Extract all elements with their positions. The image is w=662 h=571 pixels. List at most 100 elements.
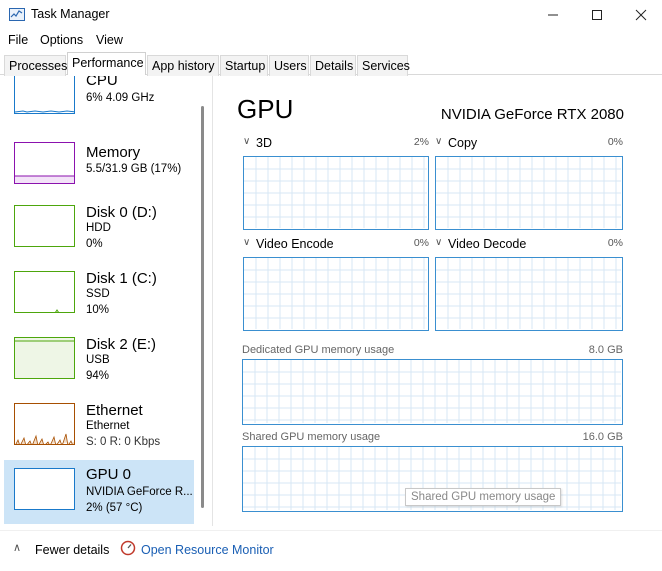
sidebar-item-disk-1[interactable]: Disk 1 (C:) SSD 10% [4, 266, 194, 330]
sidebar-item-title: CPU [86, 76, 118, 89]
open-resource-monitor-link[interactable]: Open Resource Monitor [141, 543, 274, 557]
engine-video-decode-graph [435, 257, 623, 331]
sidebar-item-gpu-0[interactable]: GPU 0 NVIDIA GeForce R... 2% (57 °C) [4, 460, 194, 524]
sidebar-item-cpu[interactable]: CPU 6% 4.09 GHz [4, 76, 194, 130]
engine-percent: 0% [607, 136, 623, 148]
engine-graph-grid [244, 258, 427, 329]
tab-performance[interactable]: Performance [67, 52, 146, 75]
sidebar-item-detail: 2% (57 °C) [86, 502, 143, 514]
tab-processes[interactable]: Processes [4, 55, 67, 76]
sidebar-item-type: SSD [86, 288, 110, 300]
resource-sidebar: CPU 6% 4.09 GHz Memory 5.5/31.9 GB (17%)… [0, 76, 212, 526]
engine-graph-grid [436, 157, 621, 228]
disk-0-thumbnail-graph [14, 205, 75, 247]
resource-monitor-icon[interactable] [120, 540, 136, 556]
sidebar-item-detail: 94% [86, 370, 110, 382]
menu-options[interactable]: Options [40, 33, 83, 47]
tab-details[interactable]: Details [310, 55, 356, 76]
memory-thumbnail-graph [14, 142, 75, 184]
engine-percent: 2% [413, 136, 429, 148]
chevron-down-icon: ∨ [243, 136, 251, 147]
fewer-details-link[interactable]: Fewer details [35, 543, 109, 557]
sidebar-item-type: NVIDIA GeForce R... [86, 486, 193, 498]
disk-1-thumbnail-graph [14, 271, 75, 313]
tab-bar: Processes Performance App history Startu… [0, 52, 662, 76]
sidebar-item-disk-0[interactable]: Disk 0 (D:) HDD 0% [4, 200, 194, 264]
task-manager-app-icon [9, 8, 25, 21]
engine-label: 3D [256, 136, 272, 150]
gpu-model-name: NVIDIA GeForce RTX 2080 [440, 106, 624, 123]
tab-startup[interactable]: Startup [220, 55, 268, 76]
menu-bar: File Options View [0, 30, 662, 52]
minimize-button[interactable] [530, 0, 576, 30]
sidebar-item-title: Memory [86, 144, 141, 161]
tooltip: Shared GPU memory usage [405, 488, 562, 506]
disk-1-sparkline [55, 309, 59, 312]
memory-sparkline [15, 175, 74, 183]
maximize-button[interactable] [574, 0, 620, 30]
chevron-down-icon: ∨ [243, 237, 251, 248]
engine-video-encode-graph [243, 257, 429, 331]
sidebar-item-detail: S: 0 R: 0 Kbps [86, 436, 161, 448]
dedicated-memory-label: Dedicated GPU memory usage [242, 344, 395, 356]
engine-copy-graph [435, 156, 623, 230]
sidebar-scrollbar[interactable] [201, 106, 204, 508]
close-icon [635, 9, 647, 21]
window-title: Task Manager [31, 7, 110, 21]
engine-3d-graph [243, 156, 429, 230]
engine-copy-header[interactable]: ∨ Copy 0% [435, 136, 623, 152]
engine-percent: 0% [607, 237, 623, 249]
maximize-icon [592, 10, 602, 20]
close-button[interactable] [618, 0, 662, 30]
tab-users[interactable]: Users [269, 55, 309, 76]
engine-video-encode-header[interactable]: ∨ Video Encode 0% [243, 237, 429, 253]
chevron-down-icon: ∨ [435, 237, 443, 248]
engine-graph-grid [436, 258, 621, 329]
title-bar: Task Manager [0, 0, 662, 30]
tab-services[interactable]: Services [357, 55, 410, 76]
sidebar-item-title: Disk 2 (E:) [86, 336, 157, 353]
sidebar-item-type: HDD [86, 222, 111, 234]
ethernet-sparkline [15, 433, 74, 444]
menu-file[interactable]: File [8, 33, 28, 47]
dedicated-memory-max: 8.0 GB [588, 344, 623, 356]
dedicated-memory-header: Dedicated GPU memory usage 8.0 GB [242, 344, 623, 356]
sidebar-item-title: GPU 0 [86, 466, 132, 483]
performance-content: CPU 6% 4.09 GHz Memory 5.5/31.9 GB (17%)… [0, 76, 662, 526]
disk-2-sparkline [15, 340, 74, 342]
gpu-0-thumbnail-graph [14, 468, 75, 510]
engine-percent: 0% [413, 237, 429, 249]
sidebar-item-ethernet[interactable]: Ethernet Ethernet S: 0 R: 0 Kbps [4, 398, 194, 462]
sidebar-item-disk-2[interactable]: Disk 2 (E:) USB 94% [4, 332, 194, 396]
ethernet-thumbnail-graph [14, 403, 75, 445]
sidebar-item-type: USB [86, 354, 110, 366]
sidebar-item-detail: 10% [86, 304, 110, 316]
chevron-up-icon[interactable]: ∧ [13, 541, 21, 554]
menu-view[interactable]: View [96, 33, 123, 47]
chevron-down-icon: ∨ [435, 136, 443, 147]
sidebar-item-detail: 6% 4.09 GHz [86, 92, 155, 104]
engine-label: Copy [448, 136, 478, 150]
engine-3d-header[interactable]: ∨ 3D 2% [243, 136, 429, 152]
sidebar-item-memory[interactable]: Memory 5.5/31.9 GB (17%) [4, 136, 194, 200]
cpu-sparkline [15, 110, 74, 113]
memory-graph-grid [243, 360, 621, 423]
engine-graph-grid [244, 157, 427, 228]
engine-label: Video Encode [256, 237, 334, 251]
footer: ∧ Fewer details Open Resource Monitor [0, 530, 662, 571]
cpu-thumbnail-graph [14, 76, 75, 114]
sidebar-item-detail: 0% [86, 238, 103, 250]
shared-memory-header: Shared GPU memory usage 16.0 GB [242, 431, 623, 443]
tab-app-history[interactable]: App history [147, 55, 219, 76]
sidebar-item-title: Disk 1 (C:) [86, 270, 157, 287]
shared-memory-label: Shared GPU memory usage [242, 431, 381, 443]
sidebar-item-detail: 5.5/31.9 GB (17%) [86, 163, 182, 175]
minimize-icon [548, 14, 558, 16]
sidebar-item-title: Ethernet [86, 402, 143, 419]
page-title: GPU [237, 94, 294, 124]
gpu-detail-panel: GPU NVIDIA GeForce RTX 2080 ∨ 3D 2% ∨ Co… [212, 76, 662, 526]
shared-memory-max: 16.0 GB [582, 431, 623, 443]
sidebar-item-title: Disk 0 (D:) [86, 204, 157, 221]
sidebar-item-type: Ethernet [86, 420, 130, 432]
engine-video-decode-header[interactable]: ∨ Video Decode 0% [435, 237, 623, 253]
